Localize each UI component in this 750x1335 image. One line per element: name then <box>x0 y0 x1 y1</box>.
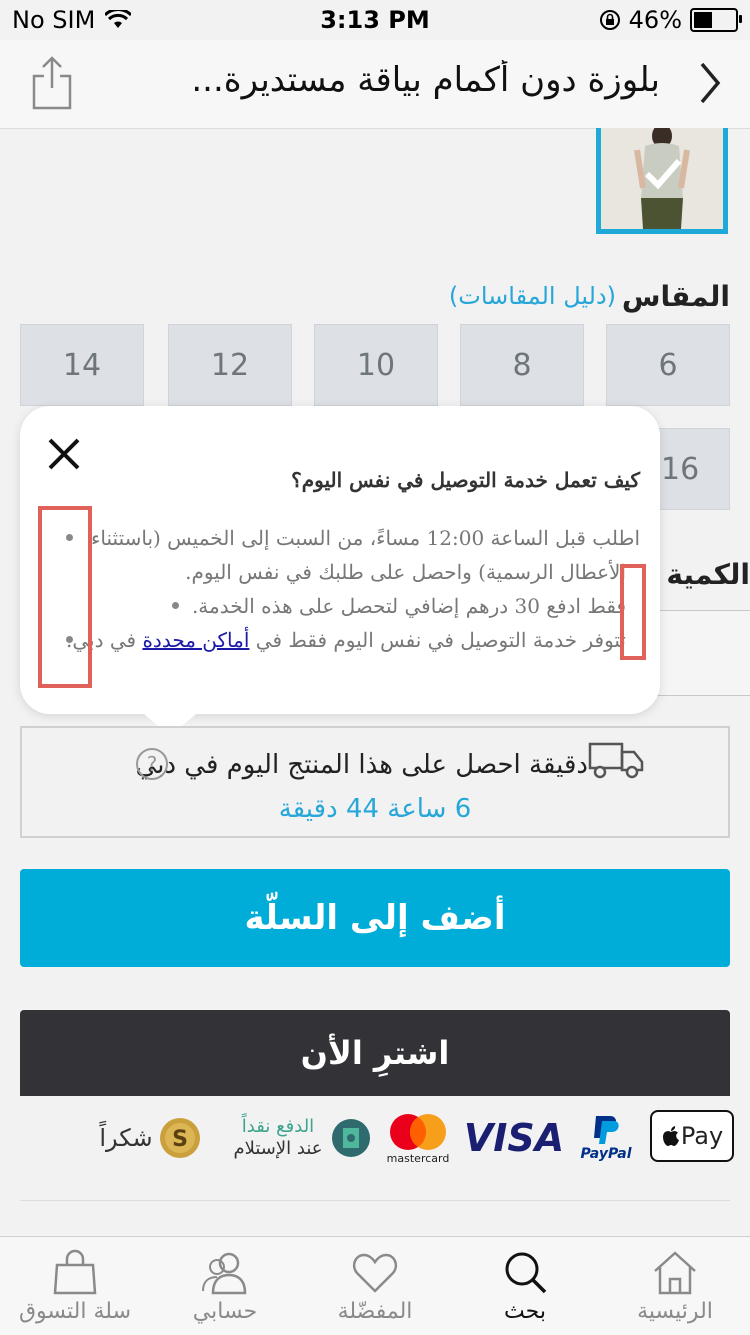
tab-label: بحث <box>504 1299 546 1324</box>
cash-on-delivery-logo: الدفع نقداً عند الإستلام <box>232 1110 372 1166</box>
same-day-delivery-box: دقيقة احصل على هذا المنتج اليوم في دبي ?… <box>20 726 730 838</box>
delivery-countdown: 6 ساعة 44 دقيقة <box>278 794 472 824</box>
help-icon[interactable]: ? <box>136 748 168 780</box>
popup-line: اطلب قبل الساعة 12:00 مساءً، من السبت إل… <box>91 526 640 550</box>
size-option[interactable]: 12 <box>168 324 292 406</box>
status-right: 46% <box>599 6 742 34</box>
shopping-bag-icon <box>53 1249 97 1295</box>
size-option[interactable]: 10 <box>314 324 438 406</box>
shukran-logo: شكراً S <box>88 1110 212 1166</box>
popup-line-text: تتوفر خدمة التوصيل في نفس اليوم فقط في <box>255 628 626 652</box>
mastercard-logo: mastercard <box>384 1110 452 1166</box>
share-icon[interactable] <box>30 54 74 112</box>
size-option[interactable]: 6 <box>606 324 730 406</box>
highlight-box <box>620 564 646 660</box>
mastercard-label: mastercard <box>386 1151 450 1165</box>
rotation-lock-icon <box>599 10 620 30</box>
size-label: المقاس <box>621 280 730 313</box>
nav-header: بلوزة دون أكمام بياقة مستديرة... <box>0 40 750 129</box>
highlight-box <box>38 506 92 688</box>
tab-account[interactable]: حسابي <box>150 1243 300 1333</box>
apple-pay-label: Pay <box>680 1122 724 1150</box>
cash-icon <box>331 1119 370 1157</box>
account-icon <box>202 1252 247 1295</box>
size-option[interactable]: 8 <box>460 324 584 406</box>
divider <box>20 1200 730 1201</box>
tab-label: حسابي <box>192 1299 258 1324</box>
visa-logo: VISA <box>463 1116 565 1160</box>
cod-line2: عند الإستلام <box>233 1138 323 1159</box>
quantity-label: الكمية <box>666 558 750 591</box>
paypal-label: PayPal <box>580 1146 632 1162</box>
apple-icon <box>662 1126 679 1146</box>
battery-percent: 46% <box>628 6 682 34</box>
apple-pay-logo: Pay <box>650 1110 734 1162</box>
shukran-label: شكراً <box>99 1124 153 1152</box>
status-bar: No SIM 3:13 PM 46% <box>0 0 750 40</box>
tab-favorites[interactable]: المفضّلة <box>300 1243 450 1333</box>
popup-line: تتوفر خدمة التوصيل في نفس اليوم فقط في أ… <box>66 628 626 652</box>
popup-title: كيف تعمل خدمة التوصيل في نفس اليوم؟ <box>291 468 640 492</box>
paypal-logo: PayPal <box>574 1110 638 1166</box>
specific-locations-link[interactable]: أماكن محددة <box>142 628 249 652</box>
popup-line: فقط ادفع 30 درهم إضافي لتحصل على هذه الخ… <box>191 594 626 618</box>
tab-home[interactable]: الرئيسية <box>600 1243 750 1333</box>
buy-now-button[interactable]: اشترِ الأن <box>20 1010 730 1096</box>
search-icon <box>505 1252 547 1294</box>
battery-icon <box>690 8 742 32</box>
close-icon[interactable] <box>46 436 82 472</box>
same-day-delivery-popup: كيف تعمل خدمة التوصيل في نفس اليوم؟ اطلب… <box>20 406 660 736</box>
size-option[interactable]: 14 <box>20 324 144 406</box>
home-icon <box>654 1251 696 1295</box>
product-thumbnail[interactable] <box>596 128 728 234</box>
bullet <box>172 602 179 609</box>
shukran-coin-icon: S <box>159 1118 200 1158</box>
tab-bar: الرئيسية بحث المفضّلة حسابي سلة التسوق <box>0 1236 750 1335</box>
checkmark-icon <box>644 159 682 190</box>
chevron-right-icon[interactable] <box>690 58 730 108</box>
tab-search[interactable]: بحث <box>450 1243 600 1333</box>
tab-label: الرئيسية <box>637 1299 713 1324</box>
paypal-icon <box>594 1116 619 1144</box>
mastercard-icon <box>390 1113 446 1150</box>
tab-label: المفضّلة <box>337 1299 413 1324</box>
add-to-cart-button[interactable]: أضف إلى السلّة <box>20 869 730 967</box>
tab-label: سلة التسوق <box>18 1299 132 1324</box>
heart-icon <box>352 1253 398 1293</box>
delivery-truck-icon <box>588 742 644 779</box>
cod-line1: الدفع نقداً <box>241 1116 315 1137</box>
delivery-text: دقيقة احصل على هذا المنتج اليوم في دبي <box>135 750 588 780</box>
tab-cart[interactable]: سلة التسوق <box>0 1243 150 1333</box>
page-title: بلوزة دون أكمام بياقة مستديرة... <box>191 60 660 100</box>
size-guide-link[interactable]: (دليل المقاسات) <box>449 282 616 310</box>
popup-line: الأعطال الرسمية) واحصل على طلبك في نفس ا… <box>185 560 626 584</box>
svg-text:S: S <box>172 1127 188 1152</box>
